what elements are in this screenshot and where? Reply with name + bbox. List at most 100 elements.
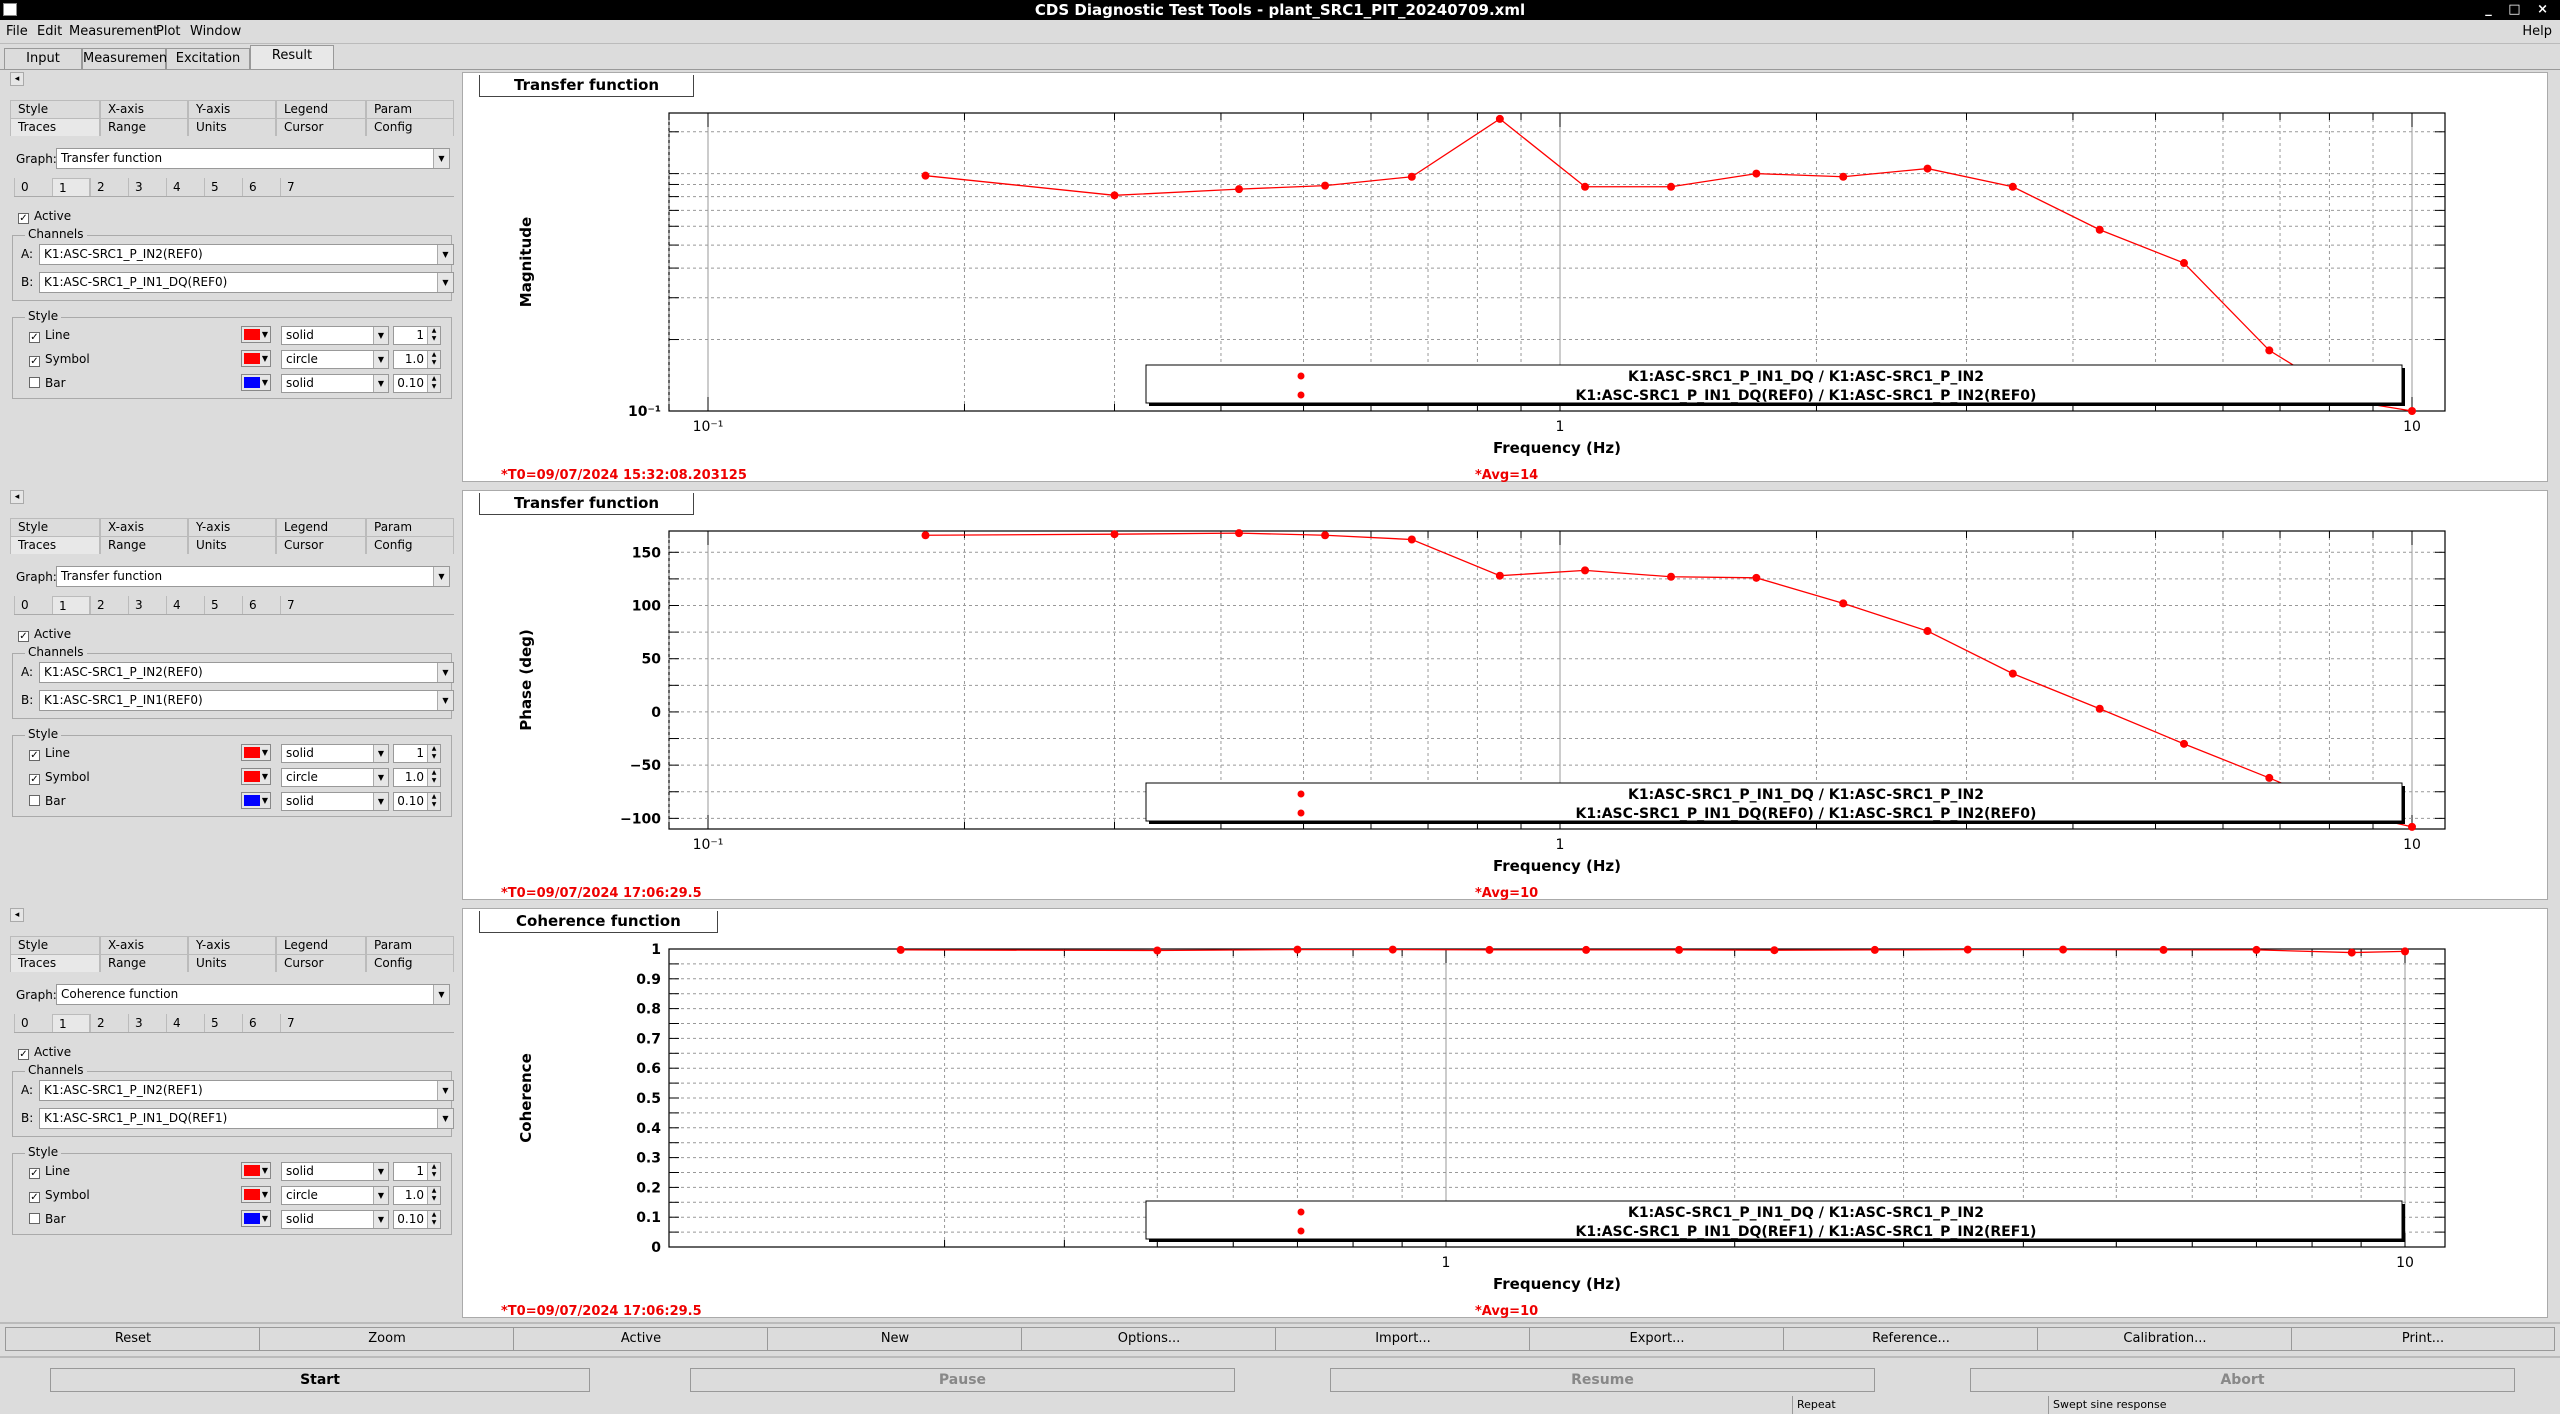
trace-tab-2[interactable]: 2 <box>90 596 128 614</box>
trace-tab-3[interactable]: 3 <box>128 1014 166 1032</box>
tab-param[interactable]: Param <box>366 518 454 536</box>
chevron-down-icon[interactable]: ▼ <box>373 1163 388 1180</box>
line-checkbox[interactable]: ✓ Line <box>29 328 70 343</box>
menu-plot[interactable]: Plot <box>156 24 181 39</box>
active-checkbox[interactable]: ✓ Active <box>18 627 71 642</box>
channel-b-select[interactable]: K1:ASC-SRC1_P_IN1_DQ(REF1) ▼ <box>39 1108 454 1129</box>
tab-cursor[interactable]: Cursor <box>276 536 366 554</box>
line-width-spinner[interactable]: 1 ▲ ▼ <box>393 326 441 345</box>
tab-legend[interactable]: Legend <box>276 100 366 118</box>
active-checkbox[interactable]: ✓ Active <box>18 209 71 224</box>
trace-tab-7[interactable]: 7 <box>280 178 318 196</box>
chevron-down-icon[interactable]: ▼ <box>433 567 449 586</box>
tab-param[interactable]: Param <box>366 100 454 118</box>
bar-width-spinner[interactable]: 0.10 ▲ ▼ <box>393 792 441 811</box>
symbol-color-picker[interactable]: ▼ <box>241 1186 271 1203</box>
trace-tab-2[interactable]: 2 <box>90 1014 128 1032</box>
line-color-picker[interactable]: ▼ <box>241 326 271 343</box>
graph-select[interactable]: Coherence function ▼ <box>56 984 450 1005</box>
trace-tab-7[interactable]: 7 <box>280 1014 318 1032</box>
tab-y-axis[interactable]: Y-axis <box>188 518 276 536</box>
print-button[interactable]: Print... <box>2291 1327 2555 1351</box>
bar-width-spinner[interactable]: 0.10 ▲ ▼ <box>393 1210 441 1229</box>
spinner-arrows-icon[interactable]: ▲ ▼ <box>427 351 440 368</box>
tab-x-axis[interactable]: X-axis <box>100 936 188 954</box>
pause-button[interactable]: Pause <box>690 1368 1235 1392</box>
active-checkbox[interactable]: ✓ Active <box>18 1045 71 1060</box>
bar-checkbox[interactable]: Bar <box>29 376 66 390</box>
chevron-down-icon[interactable]: ▼ <box>373 327 388 344</box>
tab-legend[interactable]: Legend <box>276 936 366 954</box>
tab-style[interactable]: Style <box>10 518 100 536</box>
collapse-arrow-icon[interactable]: ◂ <box>10 72 24 86</box>
trace-tab-5[interactable]: 5 <box>204 178 242 196</box>
trace-tab-4[interactable]: 4 <box>166 596 204 614</box>
chevron-down-icon[interactable]: ▼ <box>433 985 449 1004</box>
reference-button[interactable]: Reference... <box>1783 1327 2039 1351</box>
zoom-button[interactable]: Zoom <box>259 1327 515 1351</box>
chevron-down-icon[interactable]: ▼ <box>373 793 388 810</box>
menu-file[interactable]: File <box>6 24 28 39</box>
spinner-arrows-icon[interactable]: ▲ ▼ <box>427 1211 440 1228</box>
trace-tab-0[interactable]: 0 <box>14 596 52 614</box>
trace-tab-0[interactable]: 0 <box>14 1014 52 1032</box>
chevron-down-icon[interactable]: ▼ <box>437 1109 453 1128</box>
line-checkbox[interactable]: ✓ Line <box>29 1164 70 1179</box>
calibration-button[interactable]: Calibration... <box>2037 1327 2293 1351</box>
symbol-color-picker[interactable]: ▼ <box>241 350 271 367</box>
chevron-down-icon[interactable]: ▼ <box>437 691 453 710</box>
tab-param[interactable]: Param <box>366 936 454 954</box>
collapse-arrow-icon[interactable]: ◂ <box>10 908 24 922</box>
trace-tab-4[interactable]: 4 <box>166 1014 204 1032</box>
tab-cursor[interactable]: Cursor <box>276 118 366 136</box>
bar-style-select[interactable]: solid ▼ <box>281 374 389 393</box>
import-button[interactable]: Import... <box>1275 1327 1531 1351</box>
tab-units[interactable]: Units <box>188 536 276 554</box>
line-style-select[interactable]: solid ▼ <box>281 744 389 763</box>
chevron-down-icon[interactable]: ▼ <box>437 1081 453 1100</box>
menu-edit[interactable]: Edit <box>37 24 62 39</box>
symbol-style-select[interactable]: circle ▼ <box>281 1186 389 1205</box>
trace-tab-3[interactable]: 3 <box>128 178 166 196</box>
chevron-down-icon[interactable]: ▼ <box>437 273 453 292</box>
menu-measurement[interactable]: Measurement <box>69 24 158 39</box>
abort-button[interactable]: Abort <box>1970 1368 2515 1392</box>
tab-units[interactable]: Units <box>188 118 276 136</box>
chevron-down-icon[interactable]: ▼ <box>433 149 449 168</box>
tab-legend[interactable]: Legend <box>276 518 366 536</box>
symbol-size-spinner[interactable]: 1.0 ▲ ▼ <box>393 768 441 787</box>
chart-svg[interactable]: 10⁻¹ 1 10 150 100 50 0 −50 −100 Frequency (Hz) Pha… <box>463 491 2549 901</box>
line-color-picker[interactable]: ▼ <box>241 744 271 761</box>
trace-tab-5[interactable]: 5 <box>204 1014 242 1032</box>
symbol-checkbox[interactable]: ✓ Symbol <box>29 352 90 367</box>
spinner-arrows-icon[interactable]: ▲ ▼ <box>427 375 440 392</box>
symbol-size-spinner[interactable]: 1.0 ▲ ▼ <box>393 1186 441 1205</box>
export-button[interactable]: Export... <box>1529 1327 1785 1351</box>
trace-tab-6[interactable]: 6 <box>242 178 280 196</box>
bar-color-picker[interactable]: ▼ <box>241 374 271 391</box>
tab-config[interactable]: Config <box>366 118 454 136</box>
tab-traces[interactable]: Traces <box>10 954 100 972</box>
chevron-down-icon[interactable]: ▼ <box>373 375 388 392</box>
tab-style[interactable]: Style <box>10 100 100 118</box>
channel-a-select[interactable]: K1:ASC-SRC1_P_IN2(REF1) ▼ <box>39 1080 454 1101</box>
collapse-arrow-icon[interactable]: ◂ <box>10 490 24 504</box>
tab-config[interactable]: Config <box>366 536 454 554</box>
symbol-checkbox[interactable]: ✓ Symbol <box>29 770 90 785</box>
channel-a-select[interactable]: K1:ASC-SRC1_P_IN2(REF0) ▼ <box>39 244 454 265</box>
line-checkbox[interactable]: ✓ Line <box>29 746 70 761</box>
tab-x-axis[interactable]: X-axis <box>100 518 188 536</box>
chevron-down-icon[interactable]: ▼ <box>437 245 453 264</box>
trace-tab-3[interactable]: 3 <box>128 596 166 614</box>
graph-select[interactable]: Transfer function ▼ <box>56 148 450 169</box>
symbol-size-spinner[interactable]: 1.0 ▲ ▼ <box>393 350 441 369</box>
bar-color-picker[interactable]: ▼ <box>241 792 271 809</box>
chart-svg[interactable]: 1 10 1 0.9 0.8 0.7 0.6 0.5 0.4 0.3 0.2 0.1 0 Frequenc… <box>463 909 2549 1319</box>
tab-cursor[interactable]: Cursor <box>276 954 366 972</box>
tab-excitation[interactable]: Excitation <box>166 48 250 70</box>
reset-button[interactable]: Reset <box>5 1327 261 1351</box>
symbol-style-select[interactable]: circle ▼ <box>281 350 389 369</box>
bar-width-spinner[interactable]: 0.10 ▲ ▼ <box>393 374 441 393</box>
trace-tab-1[interactable]: 1 <box>52 596 90 614</box>
bar-color-picker[interactable]: ▼ <box>241 1210 271 1227</box>
